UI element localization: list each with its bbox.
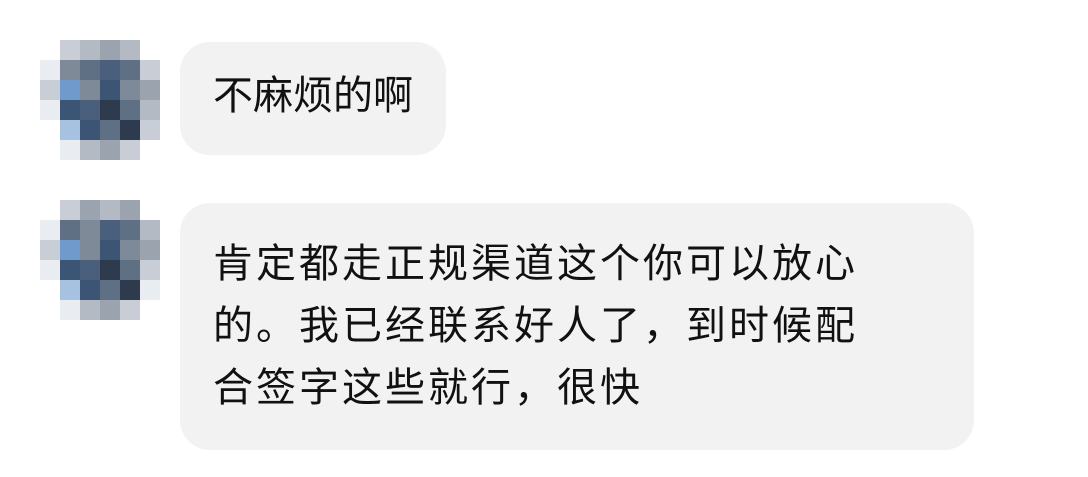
- avatar-pixel: [140, 100, 160, 120]
- avatar-pixel: [100, 40, 120, 60]
- avatar-pixel: [140, 80, 160, 100]
- avatar-pixel: [80, 100, 100, 120]
- avatar-pixel: [120, 200, 140, 220]
- avatar-pixel: [120, 220, 140, 240]
- avatar-pixel: [100, 240, 120, 260]
- avatar-pixel: [60, 140, 80, 160]
- avatar-pixel: [140, 280, 160, 300]
- avatar-pixel: [120, 140, 140, 160]
- avatar-pixel: [60, 260, 80, 280]
- avatar-pixel: [140, 240, 160, 260]
- avatar-pixel: [60, 200, 80, 220]
- avatar-pixel: [60, 300, 80, 320]
- avatar-pixel: [140, 300, 160, 320]
- avatar-pixel: [120, 260, 140, 280]
- avatar-pixel: [40, 140, 60, 160]
- avatar-pixel: [120, 40, 140, 60]
- avatar-pixel: [80, 140, 100, 160]
- avatar-pixel: [40, 240, 60, 260]
- avatar-pixel: [40, 220, 60, 240]
- message-text: 不麻烦的啊: [213, 73, 413, 119]
- avatar-pixel: [80, 40, 100, 60]
- avatar-pixel: [60, 220, 80, 240]
- avatar-pixel: [80, 300, 100, 320]
- avatar-pixel: [100, 280, 120, 300]
- message-text-line: 肯定都走正规渠道这个你可以放心: [213, 241, 858, 287]
- avatar-pixel: [140, 140, 160, 160]
- avatar-pixel: [100, 140, 120, 160]
- contact-avatar[interactable]: [40, 200, 160, 320]
- avatar-pixel: [100, 80, 120, 100]
- avatar-pixel: [40, 120, 60, 140]
- avatar-pixel: [140, 120, 160, 140]
- avatar-pixel: [80, 280, 100, 300]
- avatar-pixel: [120, 80, 140, 100]
- avatar-pixel: [40, 80, 60, 100]
- avatar-pixel: [40, 260, 60, 280]
- avatar-pixel: [120, 300, 140, 320]
- avatar-pixel: [140, 200, 160, 220]
- avatar-pixel: [60, 60, 80, 80]
- avatar-pixel: [60, 80, 80, 100]
- avatar-pixel: [140, 260, 160, 280]
- message-bubble[interactable]: 不麻烦的啊: [180, 42, 446, 155]
- avatar-pixel: [140, 40, 160, 60]
- avatar-pixel: [120, 240, 140, 260]
- avatar-pixel: [80, 240, 100, 260]
- avatar-pixel: [100, 220, 120, 240]
- avatar-pixel: [100, 260, 120, 280]
- avatar-pixel: [60, 120, 80, 140]
- avatar-pixel: [60, 240, 80, 260]
- avatar-pixel: [40, 280, 60, 300]
- avatar-pixel: [60, 100, 80, 120]
- avatar-pixel: [80, 260, 100, 280]
- message-bubble[interactable]: 肯定都走正规渠道这个你可以放心 的。我已经联系好人了，到时候配 合签字这些就行，…: [180, 203, 974, 450]
- avatar-pixel: [80, 220, 100, 240]
- avatar-pixel: [40, 100, 60, 120]
- avatar-pixel: [60, 280, 80, 300]
- avatar-pixel: [40, 200, 60, 220]
- avatar-pixel: [120, 280, 140, 300]
- contact-avatar[interactable]: [40, 40, 160, 160]
- message-text-line: 的。我已经联系好人了，到时候配: [213, 303, 858, 349]
- avatar-pixel: [120, 100, 140, 120]
- avatar-pixel: [100, 120, 120, 140]
- avatar-pixel: [80, 120, 100, 140]
- avatar-pixel: [140, 220, 160, 240]
- avatar-pixel: [60, 40, 80, 60]
- avatar-pixel: [100, 300, 120, 320]
- avatar-pixel: [40, 60, 60, 80]
- avatar-pixel: [80, 200, 100, 220]
- avatar-pixel: [80, 60, 100, 80]
- avatar-pixel: [120, 120, 140, 140]
- avatar-pixel: [100, 60, 120, 80]
- avatar-pixel: [140, 60, 160, 80]
- avatar-pixel: [40, 300, 60, 320]
- avatar-pixel: [120, 60, 140, 80]
- message-text-line: 合签字这些就行，很快: [213, 365, 643, 411]
- avatar-pixel: [100, 100, 120, 120]
- avatar-pixel: [100, 200, 120, 220]
- avatar-pixel: [40, 40, 60, 60]
- avatar-pixel: [80, 80, 100, 100]
